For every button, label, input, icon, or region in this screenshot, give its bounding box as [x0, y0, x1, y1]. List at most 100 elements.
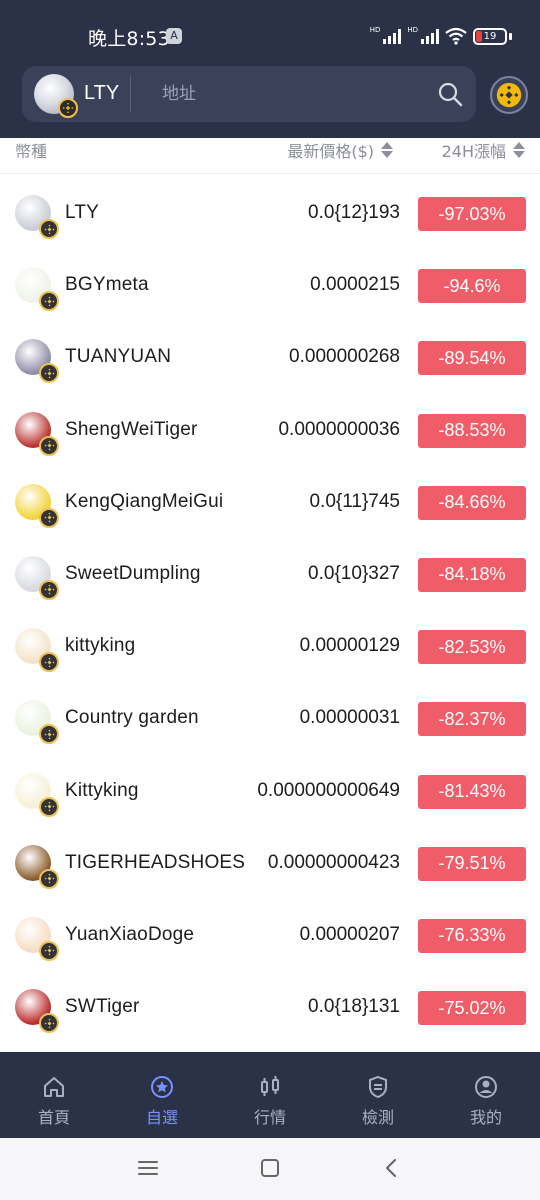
change-badge: -75.02% [418, 991, 526, 1026]
coin-row[interactable]: KengQiangMeiGui 0.0{11}745 -84.66% [0, 467, 540, 539]
tab-candlestick[interactable]: 行情 [216, 1052, 324, 1138]
column-coin: 幣種 [15, 142, 48, 161]
coin-price: 0.0{12}193 [306, 202, 400, 224]
address-search-input[interactable] [162, 82, 422, 106]
coin-row[interactable]: SWTiger 0.0{18}131 -75.02% [0, 972, 540, 1044]
change-badge: -81.43% [418, 774, 526, 809]
coin-avatar [15, 700, 59, 745]
column-price[interactable]: 最新價格($) [287, 138, 374, 162]
sort-change-icon[interactable] [512, 140, 526, 160]
coin-avatar [15, 555, 59, 600]
top-header: 晚上8:53 A HD HD 19 LTY [0, 0, 540, 138]
coin-name: LTY [65, 202, 100, 223]
hd-label: HD [407, 26, 418, 34]
tab-home[interactable]: 首頁 [0, 1052, 108, 1138]
bnb-network-button[interactable] [490, 76, 528, 114]
hd-label: HD [369, 26, 381, 34]
change-badge: -82.37% [418, 702, 526, 737]
bnb-chain-icon [39, 868, 59, 889]
tab-user[interactable]: 我的 [432, 1052, 540, 1138]
menu-icon[interactable] [136, 1156, 160, 1180]
tab-shield[interactable]: 檢測 [324, 1052, 432, 1138]
coin-row[interactable]: BGYmeta 0.0000215 -94.6% [0, 250, 540, 322]
coin-name: TIGERHEADSHOES [65, 851, 246, 873]
bnb-chain-icon [39, 724, 59, 745]
coin-avatar [15, 916, 59, 961]
coin-avatar [15, 628, 59, 673]
bnb-chain-icon [39, 435, 59, 456]
coin-row[interactable]: TUANYUAN 0.000000268 -89.54% [0, 322, 540, 394]
bnb-chain-icon [39, 652, 59, 673]
bnb-chain-icon [39, 940, 59, 961]
coin-name: YuanXiaoDoge [65, 923, 195, 945]
coin-price: 0.0{10}327 [306, 562, 400, 585]
column-change[interactable]: 24H漲幅 [442, 138, 506, 162]
signal-icon [421, 28, 439, 44]
change-badge: -94.6% [418, 269, 526, 304]
search-icon[interactable] [436, 80, 464, 108]
divider [130, 76, 131, 112]
tab-label: 我的 [469, 1108, 502, 1127]
coin-row[interactable]: Kittyking 0.000000000649 -81.43% [0, 756, 540, 828]
wifi-icon [445, 27, 467, 45]
candlestick-icon [261, 1076, 279, 1096]
bnb-chain-icon [39, 579, 59, 600]
coin-avatar [15, 411, 59, 456]
coin-row[interactable]: ShengWeiTiger 0.0000000036 -88.53% [0, 395, 540, 467]
chain-label[interactable]: LTY [84, 82, 119, 105]
change-badge: -97.03% [418, 197, 526, 231]
signal-icon [383, 28, 402, 44]
notification-badge: A [166, 28, 182, 44]
tab-star[interactable]: 自選 [108, 1052, 216, 1138]
user-icon [475, 1076, 497, 1098]
coin-avatar [15, 483, 59, 528]
coin-avatar [15, 267, 59, 312]
coin-row[interactable]: YuanXiaoDoge 0.00000207 -76.33% [0, 900, 540, 972]
coin-price: 0.0{18}131 [306, 996, 400, 1019]
coin-avatar [15, 844, 59, 889]
coin-price: 0.00000129 [297, 635, 400, 658]
bnb-chain-icon [39, 291, 59, 312]
change-badge: -84.18% [418, 557, 526, 592]
coin-name: BGYmeta [65, 274, 149, 296]
coin-price: 0.0000215 [308, 274, 400, 297]
tab-label: 檢測 [361, 1108, 394, 1127]
bnb-chain-icon [39, 363, 59, 384]
coin-name: SweetDumpling [65, 562, 201, 584]
back-icon[interactable] [380, 1156, 404, 1180]
coin-name: Country garden [65, 707, 199, 729]
bnb-chain-icon [39, 796, 59, 817]
tab-label: 首頁 [37, 1108, 70, 1127]
coin-name: TUANYUAN [65, 346, 172, 368]
coin-price: 0.0{11}745 [307, 490, 400, 513]
coin-row[interactable]: LTY 0.0{12}193 -97.03% [0, 178, 540, 250]
battery-icon: 19 [473, 27, 507, 45]
coin-row[interactable]: kittyking 0.00000129 -82.53% [0, 611, 540, 683]
bnb-chain-icon [39, 219, 59, 239]
home-icon [44, 1077, 64, 1097]
tab-label: 自選 [145, 1108, 178, 1127]
coin-row[interactable]: SweetDumpling 0.0{10}327 -84.18% [0, 539, 540, 611]
coin-price: 0.00000031 [297, 707, 400, 730]
change-badge: -82.53% [418, 630, 526, 665]
status-icons: HD HD 19 [370, 26, 512, 46]
tab-label: 行情 [253, 1108, 286, 1127]
column-header: 幣種 最新價格($) 24H漲幅 [0, 138, 540, 174]
coin-row[interactable]: TIGERHEADSHOES 0.00000000423 -79.51% [0, 828, 540, 900]
coin-avatar [15, 772, 59, 817]
coin-avatar [15, 195, 59, 239]
chain-selector[interactable] [34, 74, 78, 118]
star-icon [151, 1076, 173, 1098]
coin-avatar [15, 989, 59, 1034]
status-bar: 晚上8:53 A HD HD 19 [0, 0, 540, 62]
bnb-logo-icon [496, 82, 522, 108]
change-badge: -84.66% [418, 485, 526, 520]
square-icon[interactable] [258, 1156, 282, 1180]
coin-name: kittyking [65, 635, 136, 657]
shield-icon [369, 1075, 387, 1099]
sort-price-icon[interactable] [380, 140, 394, 160]
coin-row[interactable]: Country garden 0.00000031 -82.37% [0, 683, 540, 755]
change-badge: -89.54% [418, 341, 526, 376]
coin-price: 0.000000000649 [255, 779, 400, 802]
coin-name: ShengWeiTiger [65, 418, 198, 440]
